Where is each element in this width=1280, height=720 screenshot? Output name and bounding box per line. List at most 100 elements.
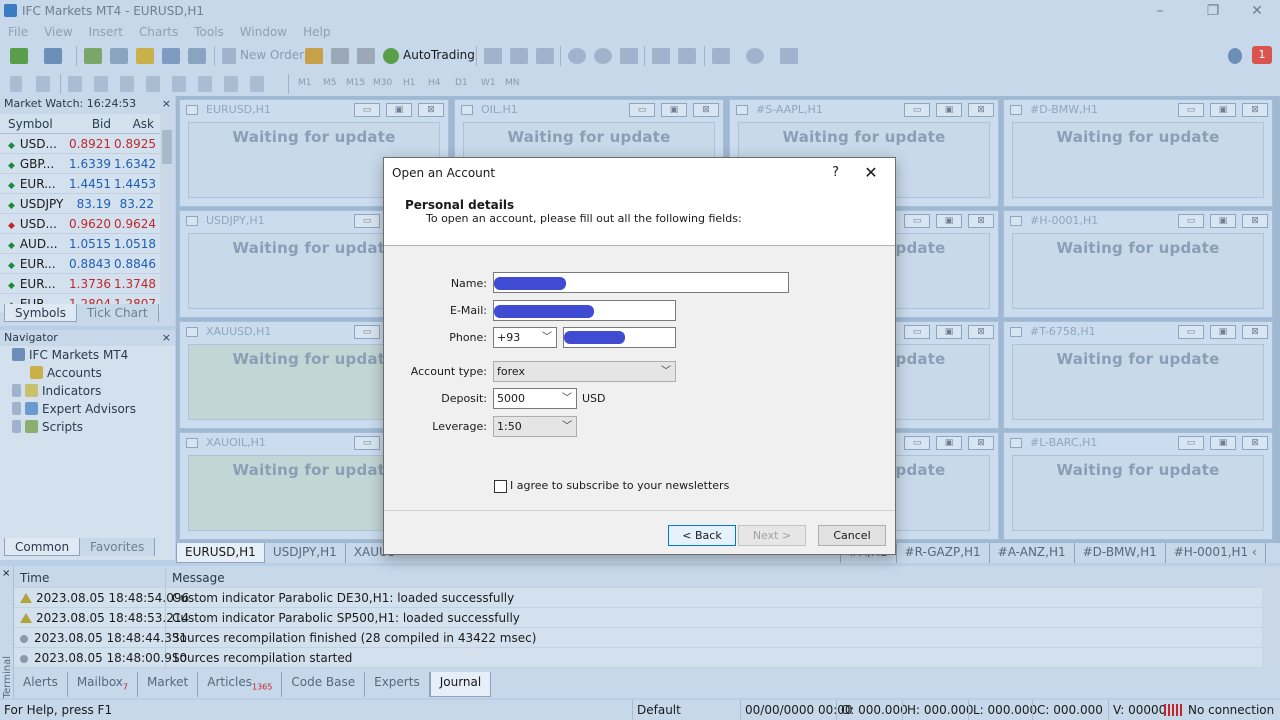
strategy-tester-icon[interactable] xyxy=(188,48,206,64)
chart-minimize-button[interactable]: ▭ xyxy=(354,325,380,339)
timeframe-m30[interactable]: M30 xyxy=(373,78,392,88)
terminal-tab-experts[interactable]: Experts xyxy=(365,672,430,698)
horizontal-line-icon[interactable] xyxy=(94,76,108,92)
journal-row[interactable]: 2023.08.05 18:48:44.331 Sources recompila… xyxy=(14,628,1262,648)
autotrading-icon[interactable] xyxy=(383,48,399,64)
chart-close-button[interactable]: ⊠ xyxy=(1242,103,1268,117)
chart-tab[interactable]: USDJPY,H1 xyxy=(265,543,346,563)
chart-minimize-button[interactable]: ▭ xyxy=(354,214,380,228)
indicators-icon[interactable] xyxy=(712,48,730,64)
newsletter-checkbox[interactable] xyxy=(494,480,507,493)
fibonacci-icon[interactable] xyxy=(172,76,186,92)
chart-window[interactable]: #H-0001,H1 ▭ ▣ ⊠ Waiting for update xyxy=(1003,210,1273,318)
navigator-icon[interactable] xyxy=(136,48,154,64)
navigator-item-accounts[interactable]: Accounts xyxy=(30,366,102,380)
navigator-item-scripts[interactable]: Scripts xyxy=(12,420,83,434)
chart-minimize-button[interactable]: ▭ xyxy=(904,436,930,450)
menu-insert[interactable]: Insert xyxy=(81,22,131,42)
chart-maximize-button[interactable]: ▣ xyxy=(386,103,412,117)
navigator-item-expert-advisors[interactable]: Expert Advisors xyxy=(12,402,136,416)
timeframe-m1[interactable]: M1 xyxy=(298,78,312,88)
navigator-root[interactable]: IFC Markets MT4 xyxy=(12,348,128,362)
autotrading-button[interactable]: AutoTrading xyxy=(403,48,475,62)
chart-maximize-button[interactable]: ▣ xyxy=(936,325,962,339)
chart-close-button[interactable]: ⊠ xyxy=(968,214,994,228)
signals-icon[interactable] xyxy=(331,48,349,64)
timeframe-m15[interactable]: M15 xyxy=(346,78,365,88)
chart-minimize-button[interactable]: ▭ xyxy=(354,103,380,117)
chart-minimize-button[interactable]: ▭ xyxy=(1178,103,1204,117)
chart-tab[interactable]: #A-ANZ,H1 xyxy=(990,543,1075,563)
chart-close-button[interactable]: ⊠ xyxy=(1242,436,1268,450)
market-watch-icon[interactable] xyxy=(84,48,102,64)
chart-tab[interactable]: #H-0001,H1 ‹ xyxy=(1166,543,1266,563)
menu-help[interactable]: Help xyxy=(295,22,338,42)
chart-tab[interactable]: #D-BMW,H1 xyxy=(1075,543,1166,563)
timeframe-d1[interactable]: D1 xyxy=(455,78,468,88)
column-ask[interactable]: Ask xyxy=(114,114,160,133)
zoom-in-icon[interactable] xyxy=(568,48,586,64)
menu-window[interactable]: Window xyxy=(232,22,295,42)
data-window-icon[interactable] xyxy=(110,48,128,64)
market-watch-row[interactable]: ◆ GBP... 1.6339 1.6342 xyxy=(0,154,160,174)
menu-file[interactable]: File xyxy=(0,22,36,42)
scrollbar-thumb[interactable] xyxy=(162,130,172,164)
chart-window[interactable]: #L-BARC,H1 ▭ ▣ ⊠ Waiting for update xyxy=(1003,432,1273,540)
tab-common[interactable]: Common xyxy=(4,538,81,556)
terminal-tab-market[interactable]: Market xyxy=(138,672,199,698)
phone-code-select[interactable]: +93 ﹀ xyxy=(493,327,557,348)
new-chart-icon[interactable] xyxy=(10,48,28,64)
new-order-icon[interactable] xyxy=(222,48,236,64)
market-watch-row[interactable]: ◆ EUR... 0.8843 0.8846 xyxy=(0,254,160,274)
column-bid[interactable]: Bid xyxy=(68,114,114,133)
chart-tab[interactable]: #R-GAZP,H1 xyxy=(897,543,990,563)
chart-maximize-button[interactable]: ▣ xyxy=(661,103,687,117)
chart-minimize-button[interactable]: ▭ xyxy=(1178,436,1204,450)
autoscroll-icon[interactable] xyxy=(652,48,670,64)
journal-row[interactable]: 2023.08.05 18:48:00.910 Sources recompila… xyxy=(14,648,1262,668)
menu-charts[interactable]: Charts xyxy=(131,22,186,42)
chart-minimize-button[interactable]: ▭ xyxy=(629,103,655,117)
market-watch-scrollbar[interactable] xyxy=(160,114,174,300)
minimize-button[interactable]: – xyxy=(1140,0,1180,22)
market-watch-row[interactable]: ◆ USDJPY 83.19 83.22 xyxy=(0,194,160,214)
column-symbol[interactable]: Symbol xyxy=(0,114,68,133)
menu-tools[interactable]: Tools xyxy=(186,22,232,42)
terminal-scrollbar[interactable] xyxy=(1262,568,1278,668)
cursor-icon[interactable] xyxy=(10,76,22,92)
market-watch-row[interactable]: ◆ EUR... 1.3736 1.3748 xyxy=(0,274,160,294)
vertical-line-icon[interactable] xyxy=(68,76,82,92)
expand-icon[interactable] xyxy=(12,384,21,397)
market-watch-close-icon[interactable]: × xyxy=(162,96,171,112)
trendline-icon[interactable] xyxy=(120,76,134,92)
deposit-select[interactable]: 5000 ﹀ xyxy=(493,388,577,409)
terminal-tab-journal[interactable]: Journal xyxy=(429,672,492,698)
templates-icon[interactable] xyxy=(780,48,798,64)
next-button[interactable]: Next > xyxy=(738,525,806,546)
chart-close-button[interactable]: ⊠ xyxy=(418,103,444,117)
crosshair-icon[interactable] xyxy=(36,76,50,92)
dialog-close-icon[interactable]: ✕ xyxy=(857,158,885,188)
leverage-select[interactable]: 1:50 ﹀ xyxy=(493,416,577,437)
terminal-tab-alerts[interactable]: Alerts xyxy=(14,672,68,698)
notification-badge[interactable]: 1 xyxy=(1252,46,1272,64)
chart-close-button[interactable]: ⊠ xyxy=(1242,325,1268,339)
new-order-button[interactable]: New Order xyxy=(240,48,304,62)
market-watch-row[interactable]: ◆ USD... 0.9620 0.9624 xyxy=(0,214,160,234)
chart-close-button[interactable]: ⊠ xyxy=(968,103,994,117)
chart-shift-icon[interactable] xyxy=(678,48,696,64)
timeframe-h4[interactable]: H4 xyxy=(428,78,441,88)
market-watch-row[interactable]: ◆ EUR... 1.4451 1.4453 xyxy=(0,174,160,194)
account-type-select[interactable]: forex ﹀ xyxy=(493,361,676,382)
chart-close-button[interactable]: ⊠ xyxy=(693,103,719,117)
journal-row[interactable]: 2023.08.05 18:48:53.214 Custom indicator … xyxy=(14,608,1262,628)
tile-windows-icon[interactable] xyxy=(620,48,638,64)
market-watch-row[interactable]: ◆ AUD... 1.0515 1.0518 xyxy=(0,234,160,254)
help-icon[interactable]: ? xyxy=(832,158,839,188)
column-time[interactable]: Time xyxy=(14,568,166,587)
profiles-icon[interactable] xyxy=(44,48,62,64)
navigator-item-indicators[interactable]: Indicators xyxy=(12,384,101,398)
zoom-out-icon[interactable] xyxy=(594,48,612,64)
chart-minimize-button[interactable]: ▭ xyxy=(1178,214,1204,228)
search-icon[interactable] xyxy=(1228,48,1242,64)
